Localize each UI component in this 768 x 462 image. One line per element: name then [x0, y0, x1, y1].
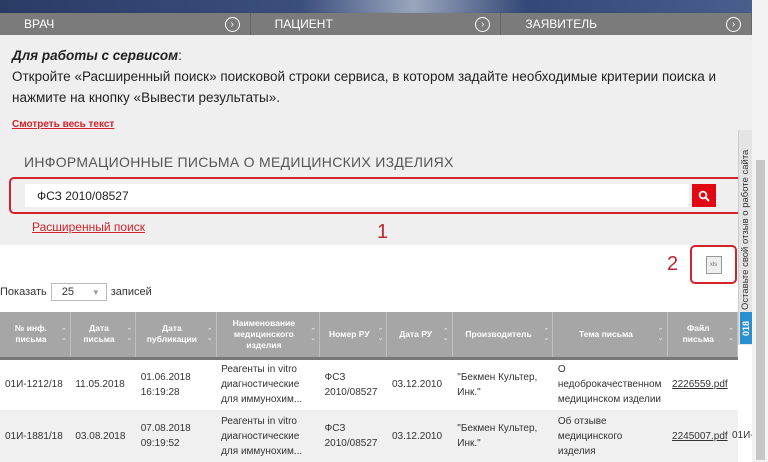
table-row: 01И-1212/18 11.05.2018 01.06.2018 16:19:28… [0, 358, 738, 410]
table-cell: Об отзыве медицинского изделия [552, 410, 668, 462]
nav-label: ПАЦИЕНТ [274, 17, 333, 31]
search-highlight [9, 177, 744, 214]
column-header[interactable]: Дата письма ⌃ ⌄ [70, 312, 137, 360]
nav-label: ВРАЧ [24, 17, 55, 31]
chevron-right-icon: › [475, 16, 491, 32]
column-header[interactable]: Наименование медицинского изделия ⌃ ⌄ [216, 312, 321, 360]
table-cell: 2245007.pdf [667, 410, 738, 462]
excel-file-icon: xls [709, 261, 718, 268]
table-cell: 03.08.2018 [70, 410, 136, 462]
sort-icon: ⌃ ⌄ [206, 328, 213, 342]
header-label: Производитель [465, 328, 532, 339]
show-label: Показать [0, 286, 47, 298]
nav-label: ЗАЯВИТЕЛЬ [525, 17, 597, 31]
nav-item-patient[interactable]: ПАЦИЕНТ › [251, 13, 502, 35]
scrollbar-thumb[interactable] [756, 160, 765, 460]
table-cell: "Бекмен Культер, Инк." [457, 371, 538, 398]
header-label: Наименование медицинского изделия [232, 317, 296, 350]
chevron-right-icon: › [224, 16, 240, 32]
table-cell: ФСЗ 2010/08527 [319, 410, 387, 462]
feedback-tab[interactable]: Оставьте свой отзыв о работе сайта 018 [738, 130, 752, 345]
table-cell: 01.06.2018 16:19:28 [140, 371, 191, 398]
sort-icon: ⌃ ⌄ [126, 328, 133, 342]
records-label: записей [110, 286, 152, 298]
table-cell: 11.05.2018 [75, 379, 125, 391]
nav-item-applicant[interactable]: ЗАЯВИТЕЛЬ › [501, 13, 753, 35]
search-input[interactable] [25, 184, 689, 207]
column-header[interactable]: № инф. письма ⌃ ⌄ [0, 312, 71, 360]
table-cell: Реагенты in vitro диагностические для им… [216, 410, 320, 462]
table-cell: 07.08.2018 09:19:52 [135, 410, 217, 462]
main-nav: ВРАЧ › ПАЦИЕНТ › ЗАЯВИТЕЛЬ › [0, 13, 753, 35]
table-cell: 01И-1212/18 [5, 379, 63, 391]
header-label: № инф. письма [14, 323, 47, 345]
section-title: ИНФОРМАЦИОННЫЕ ПИСЬМА О МЕДИЦИНСКИХ ИЗДЕ… [24, 154, 454, 170]
show-full-text-link[interactable]: Смотреть весь текст [12, 119, 114, 130]
nav-item-doctor[interactable]: ВРАЧ › [0, 13, 251, 35]
table-cell: ФСЗ 2010/08527 [324, 371, 378, 398]
export-excel-button[interactable]: xls [705, 255, 722, 274]
file-link[interactable]: 2245007.pdf [672, 431, 728, 442]
sort-icon: ⌃ ⌄ [543, 328, 550, 342]
search-icon [698, 190, 710, 202]
search-button[interactable] [692, 184, 716, 207]
export-highlight: xls [690, 245, 737, 284]
header-banner [0, 0, 752, 13]
column-header[interactable]: Производитель ⌃ ⌄ [452, 312, 554, 360]
header-label: Дата письма [83, 323, 115, 345]
header-label: Дата публикации [146, 323, 197, 345]
header-label: Дата РУ [399, 328, 433, 339]
intro-heading: Для работы с сервисом [12, 48, 179, 63]
sort-icon: ⌃ ⌄ [657, 328, 664, 342]
table-cell: О недоброкачественном медицинском издели… [557, 364, 662, 406]
feedback-text: Оставьте свой отзыв о работе сайта [740, 149, 751, 310]
table-cell: 01И-1881/18 [0, 410, 71, 462]
select-value: 25 [61, 286, 75, 298]
content-area: Для работы с сервисом: Откройте «Расширен… [0, 35, 752, 245]
sort-icon: ⌃ ⌄ [442, 328, 449, 342]
chevron-down-icon: ▼ [91, 287, 100, 297]
scrollbar[interactable] [752, 0, 768, 462]
intro-text: Для работы с сервисом: Откройте «Расширен… [12, 45, 744, 108]
colon: : [178, 48, 182, 63]
table-cell: 2226559.pdf [667, 358, 737, 410]
table-cell: 03.12.2010 [386, 410, 453, 462]
page-length-control: Показать 25 ▼ записей [0, 283, 152, 301]
chevron-right-icon: › [726, 16, 742, 32]
column-header[interactable]: Дата публикации ⌃ ⌄ [135, 312, 217, 360]
results-table: № инф. письма ⌃ ⌄ Дата письма ⌃ ⌄ Дата публика… [0, 312, 739, 462]
overflow-cell: 01И- [732, 430, 754, 441]
table-cell: 03.12.2010 [391, 379, 443, 391]
page-length-select[interactable]: 25 ▼ [50, 283, 107, 301]
table-cell: Реагенты in vitro диагностические для им… [221, 364, 303, 406]
advanced-search-link[interactable]: Расширенный поиск [32, 220, 145, 234]
header-label: Номер РУ [328, 328, 370, 339]
table-cell: "Бекмен Культер, Инк." [452, 410, 553, 462]
intro-body: Откройте «Расширенный поиск» поисковой с… [12, 69, 717, 105]
annotation-number: 1 [377, 221, 389, 243]
feedback-badge: 018 [740, 312, 752, 344]
annotation-number: 2 [667, 253, 679, 275]
file-link[interactable]: 2226559.pdf [672, 379, 728, 390]
table-row: 01И-1881/18 03.08.2018 07.08.2018 09:19:52… [0, 410, 738, 462]
sort-icon: ⌃ ⌄ [310, 328, 317, 342]
header-label: Файл письма [682, 323, 714, 345]
sort-icon: ⌃ ⌄ [728, 328, 734, 342]
column-header[interactable]: Файл письма ⌃ ⌄ [667, 312, 739, 360]
column-header[interactable]: Номер РУ ⌃ ⌄ [319, 312, 388, 360]
sort-icon: ⌃ ⌄ [377, 328, 384, 342]
header-label: Тема письма [578, 328, 633, 339]
column-header[interactable]: Дата РУ ⌃ ⌄ [386, 312, 453, 360]
sort-icon: ⌃ ⌄ [60, 328, 67, 342]
column-header[interactable]: Тема письма ⌃ ⌄ [552, 312, 668, 360]
